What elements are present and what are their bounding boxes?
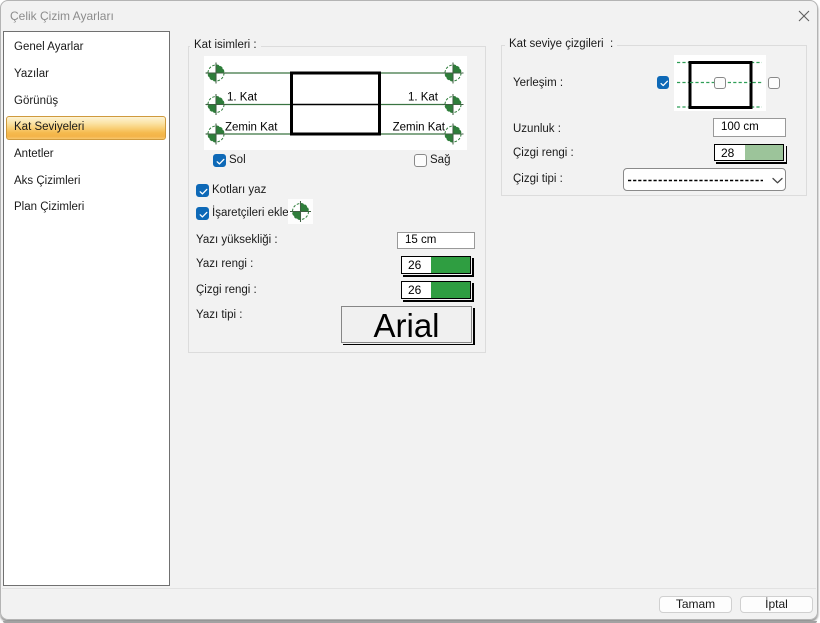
svg-text:1. Kat: 1. Kat (408, 92, 439, 104)
svg-text:Zemin Kat: Zemin Kat (225, 122, 278, 134)
svg-text:1. Kat: 1. Kat (227, 92, 258, 104)
svg-text:Zemin Kat: Zemin Kat (393, 122, 446, 134)
